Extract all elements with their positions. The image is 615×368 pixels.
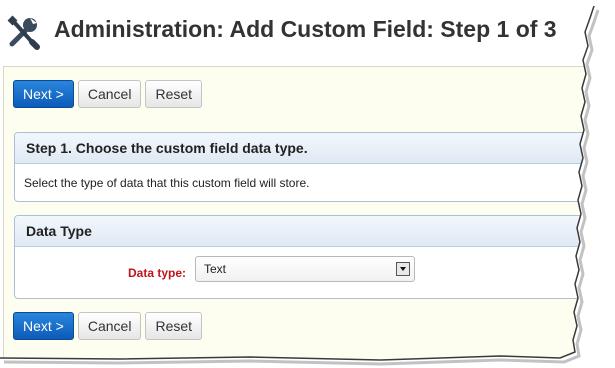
data-type-panel: Data Type Data type: Text [14, 215, 614, 299]
data-type-panel-heading: Data Type [15, 216, 613, 247]
page-title: Administration: Add Custom Field: Step 1… [54, 16, 557, 42]
data-type-select[interactable]: Text [195, 256, 415, 282]
main-content: Next > Cancel Reset Step 1. Choose the c… [3, 66, 614, 359]
cancel-button-bottom[interactable]: Cancel [77, 312, 142, 340]
top-button-bar: Next > Cancel Reset [13, 80, 203, 108]
step-description: Select the type of data that this custom… [24, 176, 310, 190]
bottom-button-bar: Next > Cancel Reset [13, 312, 203, 340]
chevron-down-icon[interactable] [396, 262, 410, 276]
step-panel: Step 1. Choose the custom field data typ… [14, 132, 614, 202]
next-button[interactable]: Next > [13, 80, 74, 108]
page-header: Administration: Add Custom Field: Step 1… [0, 0, 600, 64]
cancel-button[interactable]: Cancel [77, 80, 142, 108]
data-type-label: Data type: [128, 266, 187, 280]
next-button-bottom[interactable]: Next > [13, 312, 74, 340]
reset-button[interactable]: Reset [145, 80, 203, 108]
page-frame: Administration: Add Custom Field: Step 1… [0, 0, 615, 368]
reset-button-bottom[interactable]: Reset [145, 312, 203, 340]
tools-icon [7, 15, 40, 50]
step-panel-heading: Step 1. Choose the custom field data typ… [15, 133, 613, 164]
data-type-selected-value: Text [204, 262, 227, 276]
